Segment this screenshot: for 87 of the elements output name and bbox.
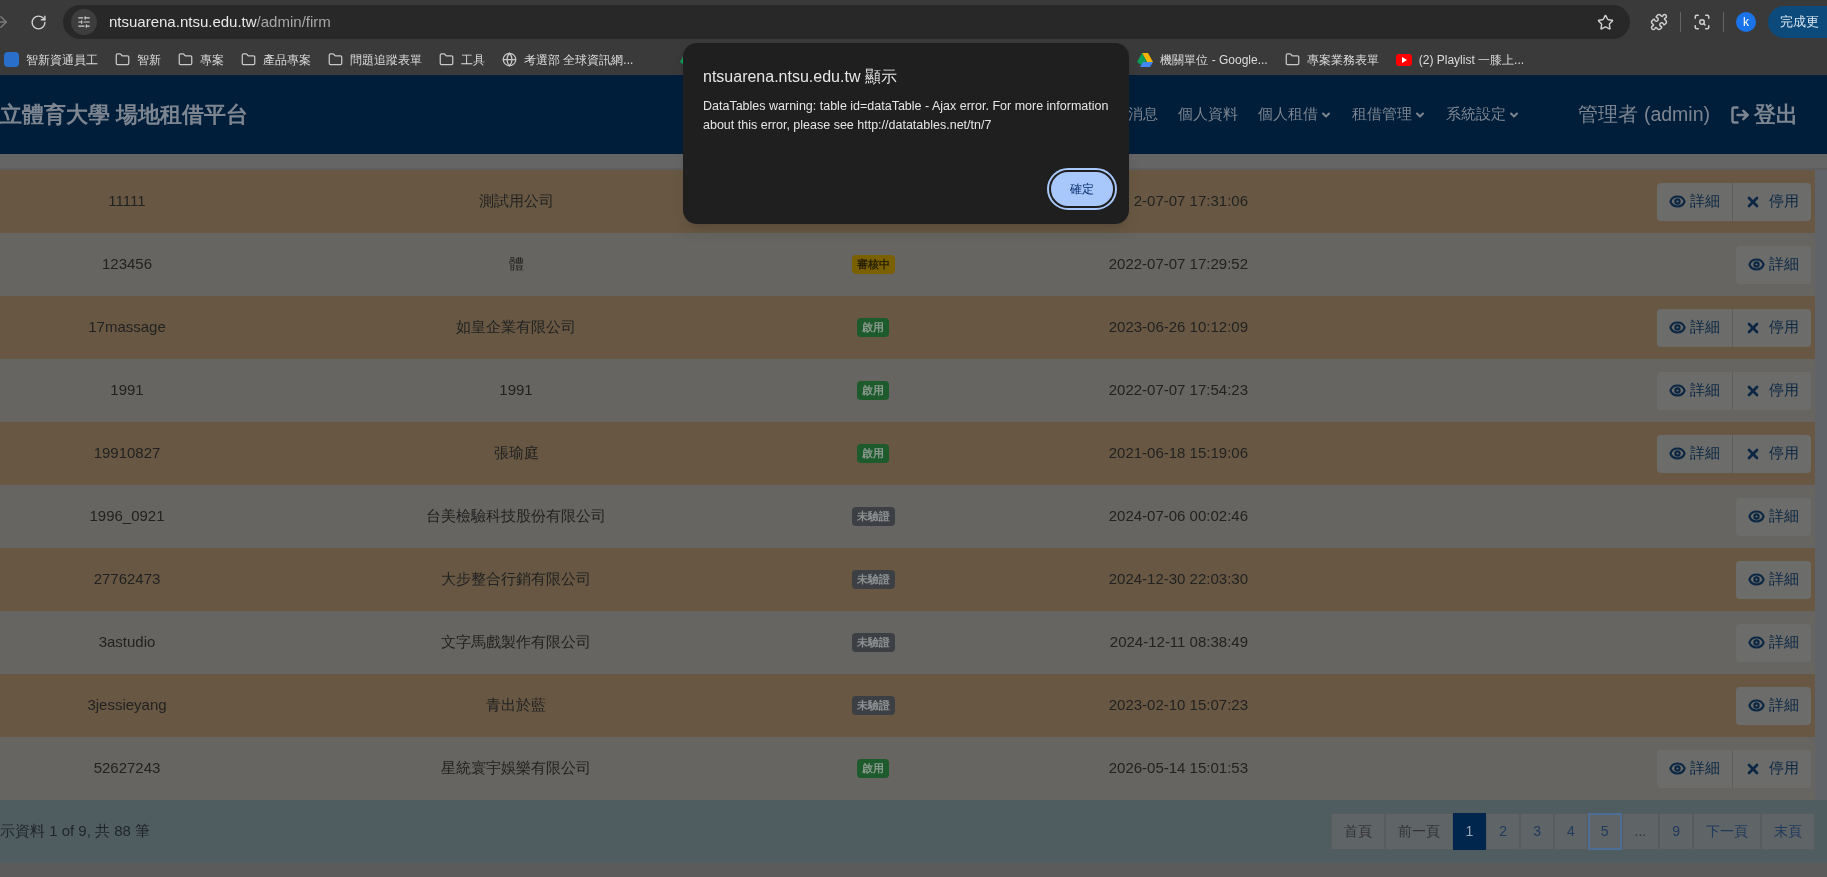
- status-badge: 啟用: [857, 759, 889, 778]
- nav-link[interactable]: 系統設定: [1446, 103, 1521, 126]
- bookmark-item[interactable]: 專案: [178, 50, 224, 69]
- company-name-cell-text: 青出於藍: [485, 695, 547, 716]
- disable-button[interactable]: 停用: [1732, 182, 1811, 221]
- details-button[interactable]: 詳細: [1736, 623, 1811, 662]
- page-button[interactable]: 9: [1659, 813, 1693, 850]
- bookmark-item[interactable]: 專案業務表單: [1284, 50, 1379, 69]
- disable-button[interactable]: 停用: [1732, 749, 1811, 788]
- date-cell-text: 2024-12-30 22:03:30: [1107, 569, 1248, 590]
- page-button[interactable]: 4: [1553, 813, 1588, 850]
- status-badge: 未驗證: [851, 696, 895, 715]
- date-cell-text: 2022-07-07 17:29:52: [1107, 254, 1248, 275]
- date-cell-text: 2026-05-14 15:01:53: [1107, 758, 1248, 779]
- status-badge: 審核中: [851, 255, 895, 274]
- page-button[interactable]: 5: [1587, 813, 1622, 850]
- account-cell-text: 11111: [107, 191, 147, 212]
- status-badge: 啟用: [857, 444, 889, 463]
- date-cell-text: 2024-07-06 00:02:46: [1107, 506, 1248, 527]
- account-cell-text: 1996_0921: [88, 506, 166, 527]
- status-badge: 未驗證: [851, 507, 895, 526]
- dialog-title: ntsuarena.ntsu.edu.tw 顯示: [703, 67, 898, 87]
- page-button[interactable]: 下一頁: [1693, 813, 1761, 850]
- site-title: 立體育大學 場地租借平台: [0, 101, 249, 129]
- page-button[interactable]: 末頁: [1761, 813, 1815, 850]
- address-field[interactable]: ntsuarena.ntsu.edu.tw/admin/firm: [63, 5, 1630, 39]
- date-cell-text: 2023-02-10 15:07:23: [1107, 695, 1248, 716]
- profile-avatar[interactable]: k: [1736, 12, 1756, 32]
- account-cell-text: 1991: [109, 380, 145, 401]
- date-cell-text: 2021-06-18 15:19:06: [1107, 443, 1248, 464]
- company-name-cell-text: 張瑜庭: [492, 443, 540, 464]
- nav-link[interactable]: 個人資料: [1178, 103, 1239, 126]
- date-cell-text: 2022-07-07 17:54:23: [1107, 380, 1248, 401]
- date-cell-text: 2024-12-11 08:38:49: [1108, 632, 1248, 653]
- company-name-cell-text: 測試用公司: [477, 191, 555, 212]
- bookmark-item[interactable]: 智新資通員工: [4, 50, 98, 69]
- details-button[interactable]: 詳細: [1657, 434, 1732, 473]
- account-cell-text: 123456: [100, 254, 154, 275]
- account-cell-text: 17massage: [87, 317, 167, 338]
- account-cell-text: 52627243: [92, 758, 162, 779]
- bookmark-item[interactable]: 問題追蹤表單: [328, 50, 422, 69]
- bookmark-item[interactable]: 智新: [115, 50, 161, 69]
- status-badge: 未驗證: [851, 570, 895, 589]
- page-button[interactable]: 1: [1452, 813, 1487, 850]
- bookmark-item[interactable]: (2) Playlist 一膝上...: [1395, 50, 1525, 69]
- status-badge: 未驗證: [851, 633, 895, 652]
- details-button[interactable]: 詳細: [1736, 686, 1811, 725]
- company-name-cell-text: 文字馬戲製作有限公司: [440, 632, 592, 653]
- user-name: 管理者 (admin): [1578, 101, 1710, 127]
- details-button[interactable]: 詳細: [1657, 371, 1732, 410]
- disable-button[interactable]: 停用: [1732, 308, 1811, 347]
- status-badge: 啟用: [857, 318, 889, 337]
- account-cell-text: 3jessieyang: [86, 695, 168, 716]
- details-button[interactable]: 詳細: [1736, 497, 1811, 536]
- page-button[interactable]: 2: [1486, 813, 1521, 850]
- ok-button[interactable]: 確定: [1049, 170, 1115, 208]
- disable-button[interactable]: 停用: [1732, 434, 1811, 473]
- dialog-message: DataTables warning: table id=dataTable - Ajax error. For more information about this error, please see http://datatables.net/tn/7: [703, 98, 1109, 134]
- date-cell-text: 2023-06-26 10:12:09: [1107, 317, 1248, 338]
- url-text: ntsuarena.ntsu.edu.tw/admin/firm: [109, 11, 331, 32]
- bookmark-item[interactable]: 產品專案: [241, 50, 311, 69]
- company-name-cell-text: 大步整合行銷有限公司: [440, 569, 592, 590]
- account-cell-text: 27762473: [92, 569, 162, 590]
- update-button[interactable]: 完成更: [1768, 6, 1827, 38]
- page-button[interactable]: 3: [1520, 813, 1554, 850]
- date-cell-text: 2-07-07 17:31:06: [1132, 191, 1248, 212]
- nav-link[interactable]: 租借管理: [1352, 103, 1427, 126]
- bookmark-item[interactable]: 機關單位 - Google...: [1137, 50, 1268, 69]
- company-name-cell-text: 如皇企業有限公司: [455, 317, 577, 338]
- nav-link[interactable]: 消息: [1128, 103, 1159, 126]
- company-name-cell-text: 星統寰宇娛樂有限公司: [440, 758, 592, 779]
- nav-link[interactable]: 個人租借: [1258, 103, 1333, 126]
- details-button[interactable]: 詳細: [1657, 308, 1732, 347]
- company-name-cell-text: 1991: [498, 380, 534, 401]
- bookmark-item[interactable]: 考選部 全球資訊網...: [502, 50, 634, 69]
- bookmark-item[interactable]: 工具: [439, 50, 485, 69]
- details-button[interactable]: 詳細: [1736, 245, 1811, 284]
- details-button[interactable]: 詳細: [1657, 749, 1732, 788]
- account-cell-text: 19910827: [92, 443, 162, 464]
- company-name-cell-text: 體: [507, 254, 525, 275]
- details-button[interactable]: 詳細: [1657, 182, 1732, 221]
- details-button[interactable]: 詳細: [1736, 560, 1811, 599]
- logout-link[interactable]: 登出: [1730, 98, 1798, 131]
- status-badge: 啟用: [857, 381, 889, 400]
- account-cell-text: 3astudio: [97, 632, 157, 653]
- company-name-cell-text: 台美檢驗科技股份有限公司: [425, 506, 607, 527]
- disable-button[interactable]: 停用: [1732, 371, 1811, 410]
